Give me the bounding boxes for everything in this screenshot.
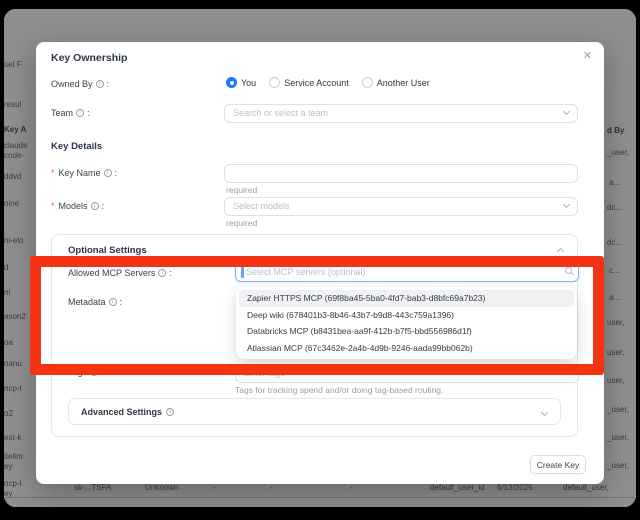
key-name-label: * Key Name i : <box>51 168 117 178</box>
info-icon[interactable]: i <box>91 202 99 210</box>
advanced-settings-label: Advanced Settings i <box>81 407 174 417</box>
team-label: Team i : <box>51 108 90 118</box>
models-label-text: Models <box>59 201 88 211</box>
mcp-option-zapier[interactable]: Zapier HTTPS MCP (69f8ba45-5ba0-4fd7-bab… <box>239 290 574 307</box>
owned-by-label-text: Owned By <box>51 79 93 89</box>
info-icon[interactable]: i <box>104 169 112 177</box>
info-icon[interactable]: i <box>96 80 104 88</box>
advanced-settings-toggle[interactable]: Advanced Settings i <box>68 398 561 425</box>
label-colon: : <box>101 367 104 377</box>
chevron-up-icon[interactable] <box>557 248 564 255</box>
team-select-input[interactable] <box>224 104 578 123</box>
radio-service-account[interactable]: Service Account <box>269 77 349 88</box>
owned-by-label: Owned By i : <box>51 79 109 89</box>
tags-select-input[interactable] <box>235 364 579 383</box>
metadata-label-text: Metadata <box>68 297 106 307</box>
team-select[interactable] <box>224 103 578 122</box>
key-details-heading: Key Details <box>51 141 102 152</box>
chevron-down-icon <box>541 409 548 416</box>
required-asterisk: * <box>51 168 55 178</box>
radio-unselected-icon <box>269 77 280 88</box>
radio-unselected-icon <box>362 77 373 88</box>
mcp-option-atlassian[interactable]: Atlassian MCP (67c3462e-2a4b-4d9b-9246-a… <box>239 340 574 357</box>
tags-label: Tags i : <box>68 367 104 377</box>
app-window: set F resul Key A claude code- ddvd nine… <box>4 9 636 507</box>
required-asterisk: * <box>51 201 55 211</box>
mcp-option-databricks[interactable]: Databricks MCP (b8431bea-aa9f-412b-b7f5-… <box>239 323 574 340</box>
mcp-servers-label: Allowed MCP Servers i : <box>68 268 172 278</box>
key-name-input[interactable] <box>224 164 578 183</box>
radio-another-user[interactable]: Another User <box>362 77 430 88</box>
info-icon[interactable]: i <box>109 298 117 306</box>
info-icon[interactable]: i <box>166 408 174 416</box>
info-icon[interactable]: i <box>76 109 84 117</box>
tags-label-text: Tags <box>68 367 87 377</box>
team-label-text: Team <box>51 108 73 118</box>
radio-another-user-label: Another User <box>377 78 430 88</box>
label-colon: : <box>102 201 105 211</box>
metadata-label: Metadata i : <box>68 297 122 307</box>
tags-select[interactable] <box>235 363 579 382</box>
mcp-servers-label-text: Allowed MCP Servers <box>68 268 155 278</box>
models-required-hint: required <box>226 218 257 228</box>
create-key-button[interactable]: Create Key <box>530 455 586 474</box>
radio-service-account-label: Service Account <box>284 78 349 88</box>
owned-by-radio-group: You Service Account Another User <box>226 77 430 88</box>
advanced-settings-label-text: Advanced Settings <box>81 407 162 417</box>
models-select-input[interactable] <box>224 197 578 216</box>
models-select[interactable] <box>224 196 578 215</box>
mcp-option-deep-wiki[interactable]: Deep wiki (678401b3-8b46-43b7-b9d8-443c7… <box>239 307 574 324</box>
search-icon <box>565 267 572 274</box>
mcp-servers-input[interactable] <box>235 262 579 282</box>
mcp-servers-select[interactable] <box>235 262 579 282</box>
screenshot-root: { "ui": { "colon": ":" }, "icons": { "cl… <box>0 0 640 520</box>
label-colon: : <box>87 108 90 118</box>
radio-selected-icon <box>226 77 237 88</box>
label-colon: : <box>120 297 123 307</box>
info-icon[interactable]: i <box>90 368 98 376</box>
label-colon: : <box>107 79 110 89</box>
key-name-label-text: Key Name <box>59 168 101 178</box>
key-name-required-hint: required <box>226 185 257 195</box>
radio-you-label: You <box>241 78 256 88</box>
modal-title: Key Ownership <box>51 52 127 64</box>
mcp-servers-dropdown: Zapier HTTPS MCP (69f8ba45-5ba0-4fd7-bab… <box>236 287 577 359</box>
text-cursor <box>241 266 244 278</box>
key-ownership-modal: Key Ownership ✕ Owned By i : You Service… <box>36 42 604 484</box>
key-name-field[interactable] <box>224 163 578 182</box>
radio-you[interactable]: You <box>226 77 256 88</box>
optional-settings-heading[interactable]: Optional Settings <box>68 245 147 256</box>
label-colon: : <box>115 168 118 178</box>
info-icon[interactable]: i <box>158 269 166 277</box>
label-colon: : <box>169 268 172 278</box>
models-label: * Models i : <box>51 201 104 211</box>
close-icon[interactable]: ✕ <box>583 49 592 62</box>
tags-help-text: Tags for tracking spend and/or doing tag… <box>235 385 443 395</box>
